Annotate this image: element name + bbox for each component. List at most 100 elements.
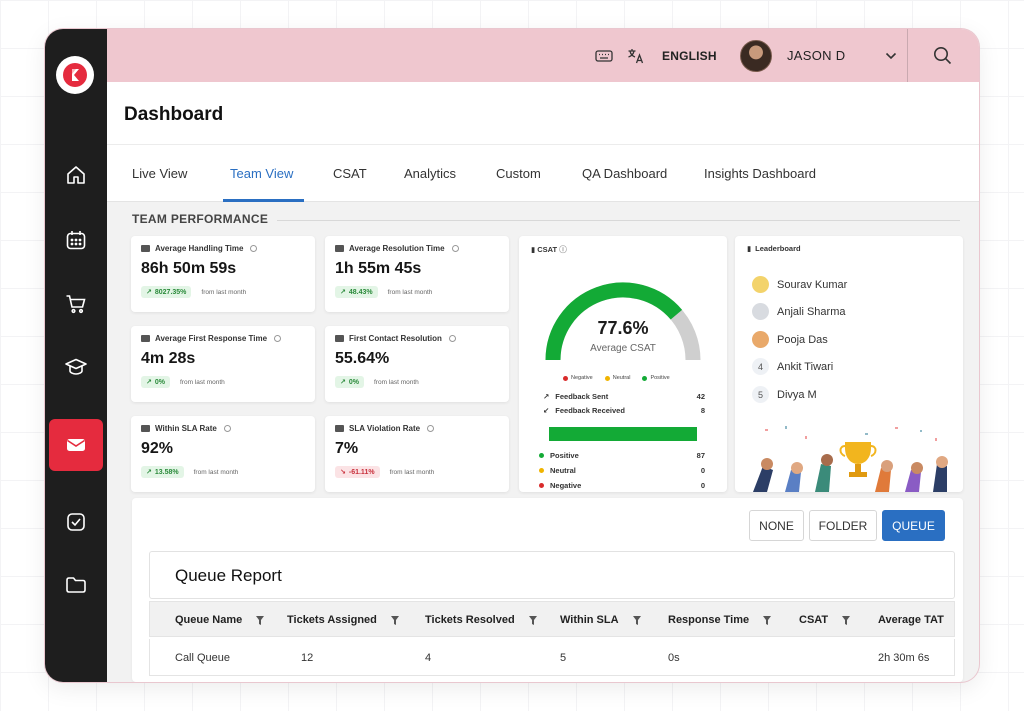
sidebar-item-folder[interactable] <box>58 567 94 603</box>
leaderboard-entry[interactable]: Anjali Sharma <box>752 303 845 320</box>
feedback-received-value: 8 <box>700 406 705 415</box>
metric-title: First Contact Resolution <box>349 334 442 343</box>
percent-icon <box>335 335 344 342</box>
celebration-illustration <box>753 426 948 492</box>
tab-csat[interactable]: CSAT <box>333 166 367 181</box>
sidebar-item-cart[interactable] <box>58 286 94 322</box>
cell-average-tat: 2h 30m 6s <box>878 652 930 664</box>
percent-icon <box>141 425 150 432</box>
check-square-icon <box>67 513 85 531</box>
trend-down-icon: ↘ <box>340 469 346 476</box>
metric-foot: from last month <box>201 288 247 296</box>
metric-foot: from last month <box>193 468 239 476</box>
metric-card-within-sla-rate: Within SLA Rate 92% ↗ 13.58% from last mon… <box>131 416 315 492</box>
keyboard-icon <box>595 49 613 62</box>
trend-up-icon: ↗ <box>146 469 152 476</box>
info-icon[interactable] <box>274 335 282 342</box>
calendar-icon <box>66 231 86 250</box>
trend-up-icon: ↗ <box>146 289 152 296</box>
cell-queue-name: Call Queue <box>175 652 231 664</box>
table-row[interactable]: Call Queue 12 4 5 0s 2h 30m 6s <box>149 639 955 676</box>
tab-analytics[interactable]: Analytics <box>404 166 456 181</box>
user-menu[interactable]: JASON D <box>740 29 897 82</box>
leaderboard-entry[interactable]: Pooja Das <box>752 331 828 348</box>
info-icon[interactable] <box>250 245 258 252</box>
bronze-medal-icon <box>752 331 769 348</box>
sentiment-bar <box>549 427 697 441</box>
search-button[interactable] <box>933 29 952 82</box>
rank-badge: 4 <box>752 358 769 375</box>
trend-up-icon: ↗ <box>340 289 346 296</box>
metric-title: SLA Violation Rate <box>349 424 421 433</box>
tab-team-view[interactable]: Team View <box>230 166 293 181</box>
filter-icon[interactable] <box>632 615 641 625</box>
app-window: ENGLISH JASON D Dashboard Live View Team… <box>45 29 979 682</box>
page-title: Dashboard <box>124 104 224 125</box>
column-header-within-sla[interactable]: Within SLA <box>560 614 641 626</box>
leaderboard-entry[interactable]: 4 Ankit Tiwari <box>752 358 833 375</box>
cell-tickets-resolved: 4 <box>425 652 432 664</box>
info-icon[interactable] <box>427 425 435 432</box>
legend-positive: Positive <box>642 375 670 381</box>
sidebar-item-home[interactable] <box>58 157 94 193</box>
group-folder-button[interactable]: FOLDER <box>809 510 877 541</box>
brand-logo-icon <box>63 63 87 87</box>
sidebar-item-learning[interactable] <box>58 349 94 385</box>
group-queue-button[interactable]: QUEUE <box>882 510 945 541</box>
folder-icon <box>66 577 86 593</box>
chevron-down-icon <box>886 52 897 59</box>
report-title: Queue Report <box>175 566 282 585</box>
column-header-queue-name[interactable]: Queue Name <box>175 614 265 626</box>
column-header-csat[interactable]: CSAT <box>799 614 851 626</box>
filter-icon[interactable] <box>763 615 772 625</box>
change-badge: ↗ 0% <box>141 376 170 388</box>
language-selector[interactable]: ENGLISH <box>662 29 717 82</box>
ticket-icon <box>141 245 150 252</box>
leaderboard-entry[interactable]: Sourav Kumar <box>752 276 847 293</box>
section-title: TEAM PERFORMANCE <box>132 212 269 226</box>
change-badge: ↗ 8027.35% <box>141 286 192 298</box>
ticket-icon <box>141 335 150 342</box>
translate-button[interactable] <box>627 29 645 82</box>
metric-value: 86h 50m 59s <box>141 260 237 277</box>
metric-card-average-resolution-time: Average Resolution Time 1h 55m 45s ↗ 48.4… <box>325 236 509 312</box>
filter-icon[interactable] <box>528 615 537 625</box>
filter-icon[interactable] <box>842 615 851 625</box>
leaderboard-title: Leaderboard <box>755 244 801 253</box>
info-icon[interactable] <box>223 425 231 432</box>
change-badge: ↗ 48.43% <box>335 286 378 298</box>
group-none-button[interactable]: NONE <box>749 510 804 541</box>
info-icon[interactable] <box>448 335 456 342</box>
tab-qa-dashboard[interactable]: QA Dashboard <box>582 166 667 181</box>
column-header-average-tat[interactable]: Average TAT <box>878 614 944 626</box>
table-header: Queue Name Tickets Assigned Tickets Reso… <box>149 601 955 637</box>
cart-icon <box>66 295 86 314</box>
brand-logo[interactable] <box>56 56 94 94</box>
filter-icon[interactable] <box>256 615 265 625</box>
column-header-tickets-resolved[interactable]: Tickets Resolved <box>425 614 537 626</box>
sidebar-item-mail[interactable] <box>49 419 103 471</box>
bar-chart-icon: ▮ <box>531 245 536 254</box>
keyboard-button[interactable] <box>595 29 613 82</box>
neutral-row: Neutral 0 <box>539 466 705 475</box>
sidebar-item-tasks[interactable] <box>58 504 94 540</box>
tab-live-view[interactable]: Live View <box>132 166 187 181</box>
metric-title: Average Resolution Time <box>349 244 445 253</box>
bar-chart-icon: ▮ <box>747 244 752 253</box>
column-header-tickets-assigned[interactable]: Tickets Assigned <box>287 614 399 626</box>
column-header-response-time[interactable]: Response Time <box>668 614 772 626</box>
legend-neutral: Neutral <box>604 375 630 381</box>
filter-icon[interactable] <box>390 615 399 625</box>
leaderboard-entry[interactable]: 5 Divya M <box>752 386 817 403</box>
tab-custom[interactable]: Custom <box>496 166 541 181</box>
leaderboard-card: ▮ Leaderboard Sourav Kumar Anjali Sharma … <box>735 236 963 492</box>
csat-value: 77.6% <box>597 318 649 338</box>
metric-foot: from last month <box>374 378 419 386</box>
tab-insights-dashboard[interactable]: Insights Dashboard <box>704 166 816 181</box>
info-icon[interactable]: ⓘ <box>559 245 567 254</box>
info-icon[interactable] <box>451 245 459 252</box>
arrow-down-left-icon: ↙ <box>543 406 550 415</box>
sidebar-item-calendar[interactable] <box>58 222 94 258</box>
csat-card: ▮ CSAT ⓘ 77.6% Average CSAT Negative Neu… <box>519 236 727 492</box>
metric-card-first-contact-resolution: First Contact Resolution 55.64% ↗ 0% from … <box>325 326 509 402</box>
